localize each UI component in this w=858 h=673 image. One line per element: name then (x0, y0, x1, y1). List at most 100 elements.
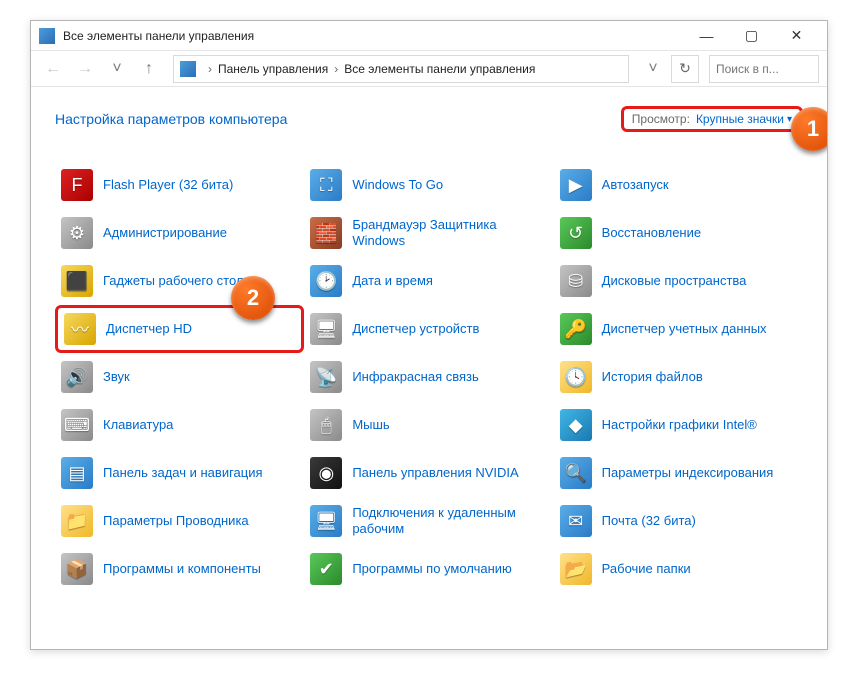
control-panel-item[interactable]: ⛶Windows To Go (304, 161, 553, 209)
control-panel-item[interactable]: 📁Параметры Проводника (55, 497, 304, 545)
window-title: Все элементы панели управления (63, 29, 684, 43)
item-label: Гаджеты рабочего стола (103, 273, 251, 289)
control-panel-item[interactable]: 🖥Диспетчер устройств (304, 305, 553, 353)
control-panel-item[interactable]: 🔊 Звук (55, 353, 304, 401)
close-button[interactable]: ✕ (774, 21, 819, 51)
icon-glyph: 🔊 (66, 367, 88, 388)
icon-glyph: ◉ (318, 463, 334, 484)
icon-glyph: ◆ (569, 415, 583, 436)
control-panel-item[interactable]: 📡Инфракрасная связь (304, 353, 553, 401)
item-icon: ◉ (310, 457, 342, 489)
view-by-selector[interactable]: Просмотр: Крупные значки ▾ (621, 106, 803, 132)
item-label: Клавиатура (103, 417, 173, 433)
control-panel-item[interactable]: 🔍Параметры индексирования (554, 449, 803, 497)
up-button[interactable]: ↑ (135, 55, 163, 83)
item-icon: ⚙ (61, 217, 93, 249)
icon-glyph: 📡 (315, 367, 337, 388)
item-icon: ✉ (560, 505, 592, 537)
control-panel-item[interactable]: F Flash Player (32 бита) (55, 161, 304, 209)
control-panel-item[interactable]: 🕓История файлов (554, 353, 803, 401)
minimize-button[interactable]: — (684, 21, 729, 51)
item-label: Мышь (352, 417, 389, 433)
back-button[interactable]: ← (39, 55, 67, 83)
icon-glyph: ↺ (568, 223, 583, 244)
item-icon: 📂 (560, 553, 592, 585)
item-icon: 🧱 (310, 217, 342, 249)
icon-glyph: ▤ (68, 463, 85, 484)
control-panel-item[interactable]: 🖥Подключения к удаленным рабочим (304, 497, 553, 545)
control-panel-item[interactable]: 🔑Диспетчер учетных данных (554, 305, 803, 353)
icon-glyph: 🕑 (315, 271, 337, 292)
control-panel-item[interactable]: 📦Программы и компоненты (55, 545, 304, 593)
item-label: Программы по умолчанию (352, 561, 511, 577)
breadcrumb-icon (180, 61, 196, 77)
icon-glyph: 🕓 (564, 367, 586, 388)
breadcrumb-root[interactable]: Панель управления (218, 62, 328, 76)
icon-glyph: 〰 (71, 316, 89, 342)
item-label: Почта (32 бита) (602, 513, 696, 529)
navbar: ← → ˅ ↑ › Панель управления › Все элемен… (31, 51, 827, 87)
breadcrumb[interactable]: › Панель управления › Все элементы панел… (173, 55, 629, 83)
item-icon: ▤ (61, 457, 93, 489)
icon-glyph: ⌨ (64, 415, 90, 436)
icon-glyph: F (72, 175, 83, 196)
icon-glyph: ▶ (569, 175, 583, 196)
icon-glyph: 📁 (66, 511, 88, 532)
item-icon: ↺ (560, 217, 592, 249)
icon-glyph: ⚙ (69, 223, 85, 244)
item-label: Рабочие папки (602, 561, 691, 577)
page-title: Настройка параметров компьютера (55, 111, 287, 127)
icon-glyph: 📂 (564, 559, 586, 580)
control-panel-item[interactable]: 🖱 Мышь (304, 401, 553, 449)
control-panel-item[interactable]: ⛁ Дисковые пространства (554, 257, 803, 305)
icon-glyph: 🧱 (315, 223, 337, 244)
item-icon: 🕑 (310, 265, 342, 297)
app-icon (39, 28, 55, 44)
breadcrumb-history-dropdown[interactable]: ˅ (639, 55, 667, 83)
icon-glyph: 🖥 (315, 319, 338, 340)
item-icon: ⛁ (560, 265, 592, 297)
control-panel-window: Все элементы панели управления — ▢ ✕ ← →… (30, 20, 828, 650)
control-panel-item[interactable]: ◆ Настройки графики Intel® (554, 401, 803, 449)
control-panel-item[interactable]: 🧱Брандмауэр Защитника Windows (304, 209, 553, 257)
item-icon: ◆ (560, 409, 592, 441)
maximize-button[interactable]: ▢ (729, 21, 774, 51)
control-panel-item[interactable]: ✔ Программы по умолчанию (304, 545, 553, 593)
control-panel-item[interactable]: 🕑Дата и время (304, 257, 553, 305)
item-icon: ⌨ (61, 409, 93, 441)
breadcrumb-current[interactable]: Все элементы панели управления (344, 62, 535, 76)
recent-dropdown[interactable]: ˅ (103, 55, 131, 83)
item-icon: ✔ (310, 553, 342, 585)
item-icon: 📦 (61, 553, 93, 585)
control-panel-item[interactable]: ⌨ Клавиатура (55, 401, 304, 449)
control-panel-item[interactable]: ▶Автозапуск (554, 161, 803, 209)
item-label: Параметры индексирования (602, 465, 774, 481)
item-label: Восстановление (602, 225, 701, 241)
item-label: Настройки графики Intel® (602, 417, 757, 433)
item-label: Flash Player (32 бита) (103, 177, 233, 193)
view-label: Просмотр: (632, 112, 690, 126)
item-icon: 🖱 (310, 409, 342, 441)
icon-glyph: ⬛ (66, 271, 88, 292)
item-icon: 〰 (64, 313, 96, 345)
forward-button[interactable]: → (71, 55, 99, 83)
control-panel-item[interactable]: 📂 Рабочие папки (554, 545, 803, 593)
item-icon: F (61, 169, 93, 201)
refresh-button[interactable]: ↻ (671, 55, 699, 83)
control-panel-item[interactable]: ✉ Почта (32 бита) (554, 497, 803, 545)
control-panel-item[interactable]: ▤Панель задач и навигация (55, 449, 304, 497)
search-input[interactable] (709, 55, 819, 83)
item-icon: 🔊 (61, 361, 93, 393)
content-area: Настройка параметров компьютера Просмотр… (31, 87, 827, 649)
item-label: Панель управления NVIDIA (352, 465, 518, 481)
titlebar: Все элементы панели управления — ▢ ✕ (31, 21, 827, 51)
icon-glyph: 📦 (66, 559, 88, 580)
item-icon: ▶ (560, 169, 592, 201)
item-label: Звук (103, 369, 130, 385)
control-panel-item[interactable]: ↺ Восстановление (554, 209, 803, 257)
item-label: Дисковые пространства (602, 273, 747, 289)
view-value[interactable]: Крупные значки (696, 112, 784, 126)
icon-glyph: ⛁ (568, 271, 583, 292)
control-panel-item[interactable]: ◉ Панель управления NVIDIA (304, 449, 553, 497)
control-panel-item[interactable]: ⚙Администрирование (55, 209, 304, 257)
